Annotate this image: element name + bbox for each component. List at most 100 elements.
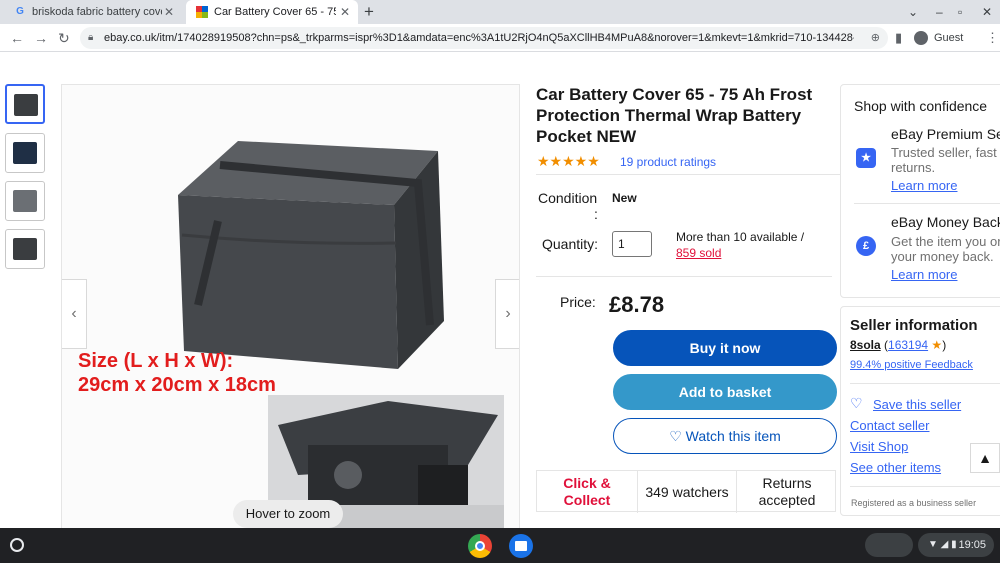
hover-to-zoom-label: Hover to zoom — [233, 500, 343, 528]
clock: 19:05 — [958, 539, 986, 551]
next-image-button[interactable]: › — [495, 279, 519, 349]
thumbnail-image — [14, 94, 38, 116]
money-back-desc: Get the item you or — [891, 234, 1000, 249]
menu-icon[interactable]: ⋮ — [986, 24, 999, 52]
size-caption-line-2: 29cm x 20cm x 18cm — [78, 374, 276, 396]
click-collect-cell: Click & Collect — [537, 471, 637, 513]
heart-icon: ♡ — [850, 395, 863, 411]
launcher-icon[interactable] — [10, 538, 24, 552]
money-back-title: eBay Money Back — [891, 214, 1000, 230]
tab-title: briskoda fabric battery cover roc — [32, 6, 162, 18]
close-tab-icon[interactable]: ✕ — [340, 0, 350, 24]
availability-text: More than 10 available / 859 sold — [676, 229, 826, 261]
returns-line-1: Returns — [762, 475, 812, 491]
browser-toolbar: ← → ↻ 🔒︎ ebay.co.uk/itm/174028919508?chn… — [0, 24, 1000, 52]
thumbnail-4[interactable] — [5, 229, 45, 269]
click-collect-line-1: Click & — [563, 475, 611, 491]
premium-service-title: eBay Premium Se — [891, 126, 1000, 142]
price-value: £8.78 — [609, 292, 665, 317]
prev-image-button[interactable]: ‹ — [62, 279, 87, 349]
thumbnail-1[interactable] — [5, 84, 45, 124]
lock-icon: 🔒︎ — [88, 32, 94, 43]
shooting-star-icon: ★ — [931, 338, 943, 352]
quantity-input[interactable]: 1 — [612, 231, 652, 257]
back-to-top-button[interactable]: ▲ — [970, 443, 1000, 473]
divider — [536, 276, 832, 277]
tab-google-search[interactable]: G briskoda fabric battery cover roc ✕ — [4, 0, 182, 24]
add-to-basket-button[interactable]: Add to basket — [613, 374, 837, 410]
divider — [854, 203, 1000, 204]
back-arrow-icon[interactable]: ← — [10, 24, 24, 52]
tab-title: Car Battery Cover 65 - 75 Ah Fro — [214, 6, 336, 18]
condition-label: Condition — [538, 190, 598, 206]
click-collect-line-2: Collect — [563, 492, 611, 508]
main-product-image[interactable]: Size (L x H x W): 29cm x 20cm x 18cm ‹ ›… — [61, 84, 520, 530]
side-panel-icon[interactable]: ▮ — [895, 24, 902, 52]
seller-score-link[interactable]: 163194 — [888, 338, 928, 352]
ebay-favicon-icon — [196, 6, 208, 18]
close-tab-icon[interactable]: ✕ — [164, 0, 174, 24]
condition-value: New — [612, 191, 637, 205]
thumbnail-2[interactable] — [5, 133, 45, 173]
chrome-icon[interactable] — [468, 534, 492, 558]
quantity-label: Quantity: — [542, 236, 599, 252]
money-back-learn-more-link[interactable]: Learn more — [891, 267, 957, 282]
size-caption: Size (L x H x W): 29cm x 20cm x 18cm — [78, 349, 276, 397]
close-window-icon[interactable]: ✕ — [982, 0, 992, 24]
premium-service-desc: Trusted seller, fast c — [891, 145, 1000, 160]
profile-button[interactable]: Guest — [914, 28, 963, 48]
url-text: ebay.co.uk/itm/174028919508?chn=ps&_trkp… — [104, 32, 854, 44]
tab-ebay-listing[interactable]: Car Battery Cover 65 - 75 Ah Fro ✕ — [186, 0, 358, 24]
availability-count: More than 10 available / — [676, 230, 805, 244]
google-icon: G — [16, 6, 24, 17]
seller-name-row: 8sola (163194 ★) — [850, 338, 947, 352]
money-back-desc-2: your money back. — [891, 249, 994, 264]
new-tab-button[interactable]: + — [364, 0, 374, 24]
seller-info-heading: Seller information — [850, 317, 978, 334]
rating-stars-icon[interactable]: ★★★★★ — [537, 153, 600, 169]
divider — [850, 383, 1000, 384]
pound-shield-icon: £ — [856, 236, 876, 256]
delivery-info-row: Click & Collect 349 watchers Returns accep… — [536, 470, 837, 513]
price-label: Price: — [560, 294, 596, 310]
returns-cell: Returns accepted — [737, 471, 837, 513]
files-app-icon[interactable] — [509, 534, 533, 558]
premium-learn-more-link[interactable]: Learn more — [891, 178, 957, 193]
seller-name-link[interactable]: 8sola — [850, 338, 881, 352]
reload-icon[interactable]: ↻ — [58, 24, 70, 52]
status-area[interactable]: ▼ ◢ ▮ 19:05 — [918, 533, 994, 557]
positive-feedback-link[interactable]: 99.4% positive Feedback — [850, 359, 973, 371]
premium-service-desc-2: returns. — [891, 160, 936, 175]
profile-label: Guest — [934, 32, 964, 44]
size-caption-line-1: Size (L x H x W): — [78, 350, 234, 372]
restore-icon[interactable]: ▫ — [958, 0, 962, 24]
visit-shop-link[interactable]: Visit Shop — [850, 439, 908, 454]
thumbnail-image — [13, 142, 37, 164]
tab-strip: G briskoda fabric battery cover roc ✕ Ca… — [0, 0, 1000, 24]
contact-seller-link[interactable]: Contact seller — [850, 418, 929, 433]
watch-item-button[interactable]: ♡ Watch this item — [613, 418, 837, 454]
condition-colon: : — [594, 206, 598, 222]
divider — [536, 174, 840, 175]
listing-title: Car Battery Cover 65 - 75 Ah Frost Prote… — [536, 85, 813, 146]
buy-it-now-button[interactable]: Buy it now — [613, 330, 837, 366]
forward-arrow-icon[interactable]: → — [34, 24, 48, 52]
save-seller-link[interactable]: Save this seller — [873, 397, 961, 412]
avatar-icon — [914, 31, 928, 46]
see-other-items-link[interactable]: See other items — [850, 460, 941, 475]
holding-space-tray[interactable] — [865, 533, 913, 557]
watchers-cell: 349 watchers — [637, 471, 737, 513]
address-bar[interactable]: 🔒︎ ebay.co.uk/itm/174028919508?chn=ps&_t… — [80, 27, 888, 49]
sold-count-link[interactable]: 859 sold — [676, 245, 826, 261]
thumbnail-image — [13, 238, 37, 260]
star-badge-icon: ★ — [856, 148, 876, 168]
product-ratings-link[interactable]: 19 product ratings — [620, 155, 716, 169]
thumbnail-3[interactable] — [5, 181, 45, 221]
zoom-icon[interactable]: ⊕ — [871, 27, 880, 49]
minimize-icon[interactable]: – — [936, 0, 943, 24]
registered-business-text: Registered as a business seller — [851, 498, 977, 508]
tab-search-chevron-icon[interactable]: ⌄ — [908, 0, 918, 24]
divider — [850, 486, 1000, 487]
os-shelf: ▼ ◢ ▮ 19:05 — [0, 528, 1000, 563]
battery-cover-image — [178, 141, 444, 369]
